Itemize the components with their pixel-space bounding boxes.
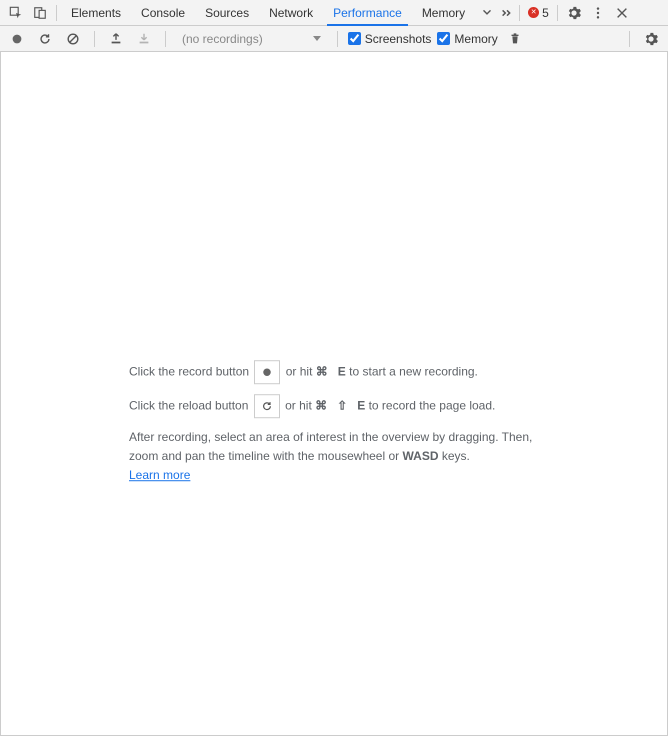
tab-label: Sources	[205, 6, 249, 20]
garbage-collect-icon[interactable]	[504, 27, 526, 51]
tab-label: Elements	[71, 6, 121, 20]
recordings-placeholder: (no recordings)	[182, 32, 263, 46]
tab-label: Performance	[333, 6, 402, 20]
reload-button[interactable]	[34, 27, 56, 51]
error-icon	[528, 7, 539, 18]
separator	[56, 5, 57, 21]
kebab-menu-icon[interactable]	[586, 1, 610, 25]
text: to start a new recording.	[349, 364, 478, 378]
tab-label: Network	[269, 6, 313, 20]
load-profile-icon[interactable]	[105, 27, 127, 51]
tab-performance[interactable]: Performance	[323, 0, 412, 25]
more-tabs-icon[interactable]	[475, 1, 499, 25]
shortcut-mod: ⌘	[316, 364, 328, 378]
inline-reload-button[interactable]	[254, 394, 280, 418]
memory-label: Memory	[454, 32, 497, 46]
separator	[165, 31, 166, 47]
tabs-container: Elements Console Sources Network Perform…	[61, 0, 475, 25]
learn-more-link[interactable]: Learn more	[129, 468, 190, 482]
separator	[629, 31, 630, 47]
shortcut-shift: ⇧	[337, 398, 347, 412]
separator	[337, 31, 338, 47]
text: or hit	[285, 398, 315, 412]
error-count: 5	[542, 6, 549, 20]
tab-memory[interactable]: Memory	[412, 0, 475, 25]
capture-settings-icon[interactable]	[640, 27, 662, 51]
tab-sources[interactable]: Sources	[195, 0, 259, 25]
performance-toolbar: (no recordings) Screenshots Memory	[0, 26, 668, 52]
separator	[519, 5, 520, 21]
text: Click the record button	[129, 364, 252, 378]
text: to record the page load.	[369, 398, 496, 412]
tab-label: Console	[141, 6, 185, 20]
device-toggle-icon[interactable]	[28, 1, 52, 25]
tab-elements[interactable]: Elements	[61, 0, 131, 25]
hint-instructions: After recording, select an area of inter…	[129, 428, 539, 486]
memory-checkbox[interactable]: Memory	[437, 32, 497, 46]
save-profile-icon	[133, 27, 155, 51]
wasd-text: WASD	[403, 449, 439, 463]
empty-state: Click the record button or hit ⌘ E to st…	[129, 360, 539, 496]
screenshots-label: Screenshots	[365, 32, 432, 46]
memory-input[interactable]	[437, 32, 450, 45]
text: keys.	[442, 449, 470, 463]
close-devtools-icon[interactable]	[610, 1, 634, 25]
dropdown-caret-icon	[313, 36, 321, 41]
shortcut-key: E	[357, 398, 365, 412]
devtools-tab-bar: Elements Console Sources Network Perform…	[0, 0, 668, 26]
separator	[94, 31, 95, 47]
shortcut-key: E	[338, 364, 346, 378]
hint-reload-line: Click the reload button or hit ⌘ ⇧ E to …	[129, 394, 539, 418]
screenshots-checkbox[interactable]: Screenshots	[348, 32, 432, 46]
inspect-element-icon[interactable]	[4, 1, 28, 25]
inline-record-button[interactable]	[254, 360, 280, 384]
record-button[interactable]	[6, 27, 28, 51]
separator	[557, 5, 558, 21]
text: After recording, select an area of inter…	[129, 430, 532, 463]
recordings-dropdown[interactable]: (no recordings)	[176, 32, 327, 46]
clear-button[interactable]	[62, 27, 84, 51]
settings-icon[interactable]	[562, 1, 586, 25]
text: or hit	[286, 364, 316, 378]
screenshots-input[interactable]	[348, 32, 361, 45]
overflow-chevrons-icon[interactable]	[499, 1, 515, 25]
performance-panel-main: Click the record button or hit ⌘ E to st…	[0, 52, 668, 736]
shortcut-mod: ⌘	[315, 398, 327, 412]
tab-console[interactable]: Console	[131, 0, 195, 25]
error-count-badge[interactable]: 5	[524, 6, 553, 20]
tab-label: Memory	[422, 6, 465, 20]
hint-record-line: Click the record button or hit ⌘ E to st…	[129, 360, 539, 384]
text: Click the reload button	[129, 398, 252, 412]
tab-network[interactable]: Network	[259, 0, 323, 25]
